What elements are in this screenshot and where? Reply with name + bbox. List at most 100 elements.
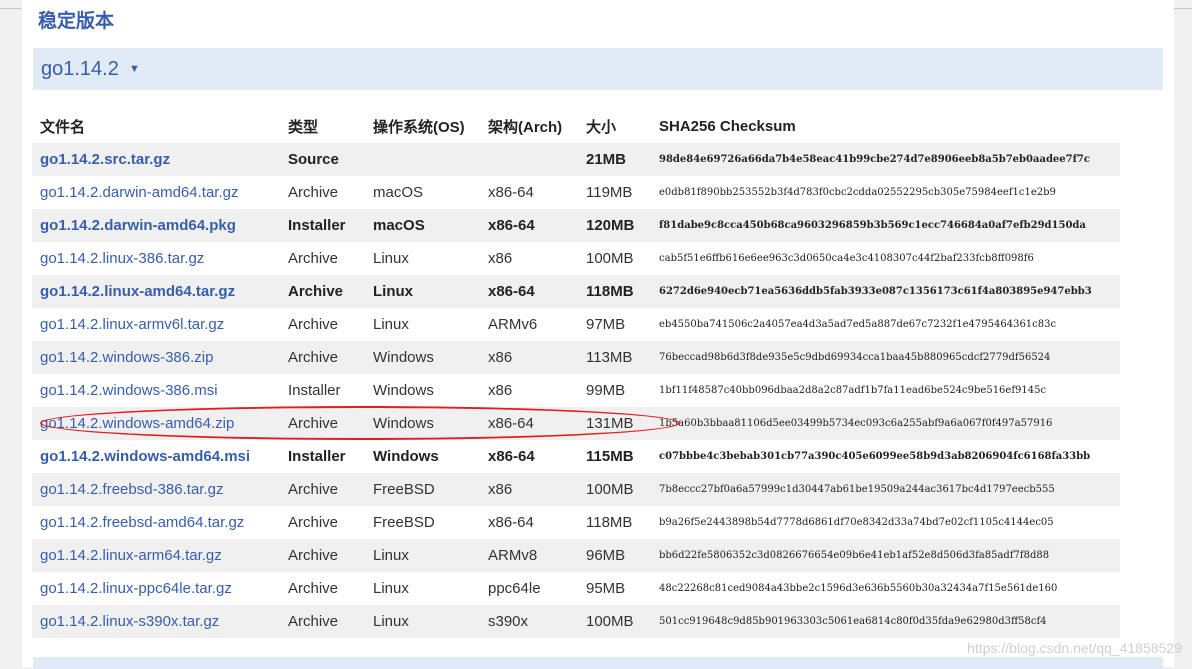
download-link-cell: go1.14.2.freebsd-amd64.tar.gz: [32, 506, 280, 539]
file-size-cell: 118MB: [578, 275, 651, 308]
file-os-cell: macOS: [365, 209, 480, 242]
file-size-cell: 100MB: [578, 605, 651, 638]
header-filename: 文件名: [40, 119, 86, 136]
file-checksum-cell: bb6d22fe5806352c3d0826676654e09b6e41eb1a…: [651, 539, 1120, 572]
file-arch-cell: x86-64: [488, 184, 534, 201]
file-os-cell: Linux: [365, 275, 480, 308]
download-link[interactable]: go1.14.2.freebsd-386.tar.gz: [40, 481, 223, 498]
file-checksum-cell: e0db81f890bb253552b3f4d783f0cbc2cdda0255…: [659, 187, 1056, 198]
table-row: go1.14.2.windows-386.zip Archive Windows x8…: [32, 341, 1120, 374]
file-arch-cell: x86-64: [488, 514, 534, 531]
file-os-cell: Windows: [365, 407, 480, 440]
table-row: go1.14.2.windows-amd64.msi Installer Windo…: [32, 440, 1120, 473]
file-arch-cell: x86-64: [480, 209, 578, 242]
download-link-cell: go1.14.2.freebsd-386.tar.gz: [32, 473, 280, 506]
table-row: go1.14.2.darwin-amd64.pkg Installer macOS x…: [32, 209, 1120, 242]
file-kind-cell: Archive: [280, 473, 365, 506]
file-arch-cell: x86: [488, 382, 513, 399]
download-link-cell: go1.14.2.linux-arm64.tar.gz: [32, 539, 280, 572]
file-checksum-cell: cab5f51e6ffb616e6ee963c3d0650ca4e3c41083…: [659, 253, 1034, 264]
file-arch-cell: [480, 143, 578, 176]
file-checksum-cell: eb4550ba741506c2a4057ea4d3a5ad7ed5a887de…: [659, 319, 1057, 330]
release-version[interactable]: go1.14.2: [41, 58, 119, 81]
download-link-cell: go1.14.2.src.tar.gz: [32, 143, 280, 176]
file-kind-cell: Archive: [280, 605, 365, 638]
file-kind-cell: Archive: [288, 184, 339, 201]
file-kind-cell: Installer: [288, 382, 341, 399]
file-arch-cell: ppc64le: [488, 580, 541, 597]
file-kind-cell: Installer: [280, 209, 365, 242]
watermark: https://blog.csdn.net/qq_41858529: [967, 640, 1182, 656]
table-row: go1.14.2.linux-s390x.tar.gz Archive Linux s…: [32, 605, 1120, 638]
file-os-cell: Windows: [365, 341, 480, 374]
file-arch-cell: x86-64: [488, 448, 535, 465]
file-size-cell: 100MB: [578, 473, 651, 506]
file-kind-cell: Archive: [280, 407, 365, 440]
file-kind-cell: Archive: [280, 341, 365, 374]
download-link[interactable]: go1.14.2.linux-amd64.tar.gz: [40, 283, 235, 300]
download-link[interactable]: go1.14.2.freebsd-amd64.tar.gz: [40, 514, 244, 531]
file-kind-cell: Archive: [288, 580, 339, 597]
file-checksum-cell: 7b8eccc27bf0a6a57999c1d30447ab61be19509a…: [651, 473, 1120, 506]
file-checksum-cell: c07bbbe4c3bebab301cb77a390c405e6099ee58b…: [659, 451, 1091, 462]
table-row: go1.14.2.windows-amd64.zip Archive Windows…: [32, 407, 1120, 440]
table-row: go1.14.2.windows-386.msi Installer Windows…: [32, 374, 1120, 407]
download-link[interactable]: go1.14.2.linux-386.tar.gz: [40, 250, 204, 267]
file-kind-cell: Archive: [288, 250, 339, 267]
download-link-cell: go1.14.2.windows-amd64.zip: [32, 407, 280, 440]
download-link-cell: go1.14.2.linux-armv6l.tar.gz: [32, 308, 280, 341]
download-link-cell: go1.14.2.linux-amd64.tar.gz: [32, 275, 280, 308]
download-link[interactable]: go1.14.2.src.tar.gz: [40, 151, 170, 168]
file-size-cell: 95MB: [586, 580, 626, 597]
download-link[interactable]: go1.14.2.linux-arm64.tar.gz: [40, 547, 222, 564]
table-row: go1.14.2.linux-armv6l.tar.gz Archive Linux…: [32, 308, 1120, 341]
download-link[interactable]: go1.14.2.darwin-amd64.pkg: [40, 217, 236, 234]
table-header-row: 文件名 类型 操作系统(OS) 架构(Arch) 大小 SHA256 Check…: [32, 110, 1120, 143]
file-kind-cell: Archive: [280, 275, 365, 308]
table-row: go1.14.2.src.tar.gz Source 21MB 98de84e6972…: [32, 143, 1120, 176]
file-os-cell: Linux: [373, 580, 409, 597]
file-arch-cell: x86: [488, 250, 513, 267]
file-checksum-cell: 1bf11f48587c40bb096dbaa2d8a2c87adf1b7fa1…: [659, 385, 1047, 396]
caret-down-icon[interactable]: ▼: [129, 63, 140, 75]
download-link-cell: go1.14.2.windows-386.msi: [32, 374, 280, 407]
file-arch-cell: ARMv6: [488, 316, 538, 333]
file-arch-cell: x86: [480, 473, 578, 506]
download-link[interactable]: go1.14.2.windows-386.zip: [40, 349, 213, 366]
file-kind-cell: Archive: [288, 316, 339, 333]
file-checksum-cell: 98de84e69726a66da7b4e58eac41b99cbe274d7e…: [651, 143, 1120, 176]
download-link-cell: go1.14.2.darwin-amd64.tar.gz: [32, 176, 280, 209]
file-os-cell: Linux: [365, 605, 480, 638]
download-link[interactable]: go1.14.2.windows-386.msi: [40, 382, 218, 399]
file-size-cell: 115MB: [586, 448, 634, 465]
download-link[interactable]: go1.14.2.linux-s390x.tar.gz: [40, 613, 219, 630]
file-arch-cell: s390x: [480, 605, 578, 638]
file-arch-cell: x86-64: [480, 275, 578, 308]
file-kind-cell: Archive: [280, 539, 365, 572]
download-link[interactable]: go1.14.2.windows-amd64.zip: [40, 415, 234, 432]
file-kind-cell: Source: [280, 143, 365, 176]
file-size-cell: 118MB: [586, 514, 633, 531]
file-checksum-cell: 76beccad98b6d3f8de935e5c9dbd69934cca1baa…: [651, 341, 1120, 374]
download-link-cell: go1.14.2.windows-amd64.msi: [32, 440, 280, 473]
table-row: go1.14.2.linux-arm64.tar.gz Archive Linux A…: [32, 539, 1120, 572]
file-size-cell: 119MB: [586, 184, 633, 201]
download-link[interactable]: go1.14.2.windows-amd64.msi: [40, 448, 250, 465]
header-size: 大小: [586, 119, 617, 136]
file-checksum-cell: b9a26f5e2443898b54d7778d6861df70e8342d33…: [659, 517, 1054, 528]
table-row: go1.14.2.freebsd-386.tar.gz Archive FreeBS…: [32, 473, 1120, 506]
file-size-cell: 113MB: [578, 341, 651, 374]
section-title: 稳定版本: [38, 11, 115, 32]
download-link[interactable]: go1.14.2.linux-armv6l.tar.gz: [40, 316, 224, 333]
download-link[interactable]: go1.14.2.darwin-amd64.tar.gz: [40, 184, 238, 201]
file-os-cell: Windows: [373, 382, 434, 399]
file-os-cell: FreeBSD: [365, 473, 480, 506]
file-kind-cell: Archive: [288, 514, 339, 531]
file-arch-cell: x86-64: [480, 407, 578, 440]
next-release-bar[interactable]: [33, 657, 1163, 669]
file-os-cell: Windows: [373, 448, 439, 465]
table-row: go1.14.2.darwin-amd64.tar.gz Archive macOS…: [32, 176, 1120, 209]
file-size-cell: 131MB: [578, 407, 651, 440]
release-toggle[interactable]: go1.14.2 ▼: [33, 48, 1163, 90]
download-link[interactable]: go1.14.2.linux-ppc64le.tar.gz: [40, 580, 232, 597]
